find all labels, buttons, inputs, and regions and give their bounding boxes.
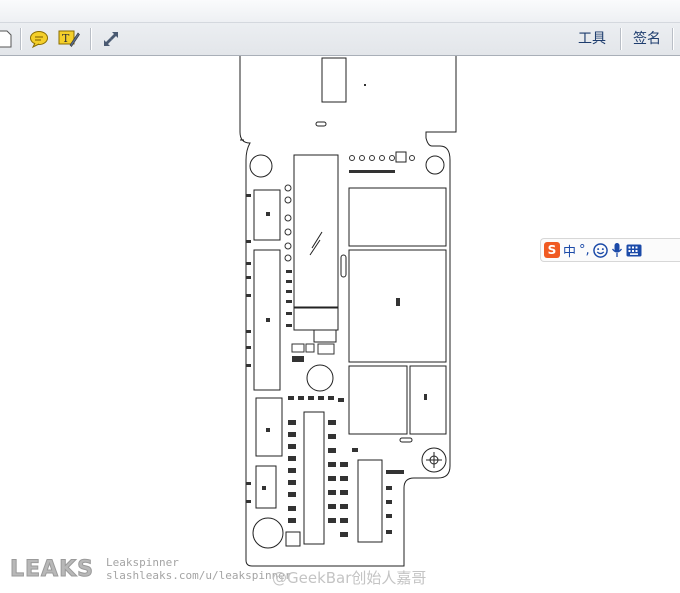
pdf-toolbar: T 工具 签名 xyxy=(0,0,680,56)
pcb-schematic-drawing xyxy=(239,56,457,567)
sign-button[interactable]: 签名 xyxy=(633,29,661,49)
keyboard-icon[interactable] xyxy=(626,244,642,257)
toolbar-separator xyxy=(672,28,673,50)
emoji-icon[interactable] xyxy=(592,242,608,258)
toolbar-separator xyxy=(20,28,21,50)
comment-button[interactable] xyxy=(28,28,50,50)
watermark-brand: LEAKS xyxy=(10,557,94,583)
toolbar-separator xyxy=(620,28,621,50)
expand-button[interactable] xyxy=(100,28,122,50)
board-outline xyxy=(239,56,457,567)
watermark-author: Leakspinner xyxy=(106,556,179,569)
microphone-icon[interactable] xyxy=(611,242,623,258)
tools-button[interactable]: 工具 xyxy=(578,29,606,49)
page-button[interactable] xyxy=(0,28,16,50)
highlight-comment-icon: T xyxy=(58,30,80,47)
svg-text:T: T xyxy=(62,32,70,45)
watermark-url: slashleaks.com/u/leakspinner xyxy=(106,569,292,582)
comment-icon xyxy=(30,31,48,48)
toolbar-top-strip xyxy=(0,0,680,23)
ime-mode-toggle[interactable]: 中 xyxy=(563,241,576,260)
sogou-ime-toolbar[interactable]: S 中 °, xyxy=(540,238,680,262)
page-icon xyxy=(0,30,12,48)
sogou-logo-icon[interactable]: S xyxy=(544,242,560,258)
watermark-weibo: @GeekBar创始人嘉哥 xyxy=(272,569,427,587)
expand-icon xyxy=(104,32,118,46)
highlight-comment-button[interactable]: T xyxy=(58,28,80,50)
punctuation-icon[interactable]: °, xyxy=(579,243,590,258)
toolbar-separator xyxy=(90,28,91,50)
